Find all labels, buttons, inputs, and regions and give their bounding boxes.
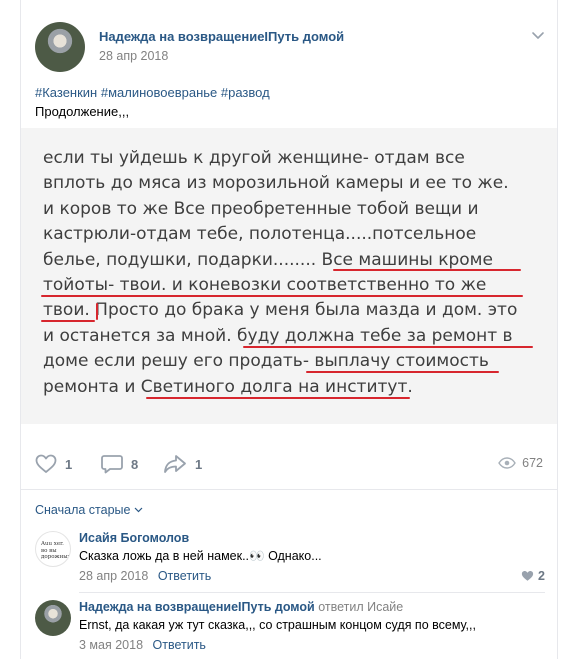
comment-text: Ernst, да какая уж тут сказка,,, со стра…: [79, 618, 476, 632]
chevron-down-icon: [135, 507, 143, 513]
commenter-avatar[interactable]: [35, 600, 71, 636]
author-avatar[interactable]: [35, 22, 85, 72]
replied-to[interactable]: ответил Исайе: [318, 600, 403, 614]
comment-author: Надежда на возвращениеIПуть домой ответи…: [79, 600, 403, 614]
heart-icon: [35, 454, 57, 473]
image-text-line: если ты уйдешь к другой женщине- отдам в…: [43, 148, 465, 168]
comment-meta: 3 мая 2018 Ответить: [79, 638, 206, 652]
red-underline: [333, 269, 521, 271]
like-button[interactable]: 1: [35, 452, 72, 476]
avatar-quote-text: Auu xer. во вы дорожных.: [41, 541, 71, 560]
view-count: 672: [522, 456, 543, 470]
comment-count: 8: [131, 456, 139, 472]
image-text-line: и коров то же Все преобретенные тобой ве…: [43, 198, 479, 219]
red-underline: [146, 397, 410, 399]
comment-author-name[interactable]: Надежда на возвращениеIПуть домой: [79, 600, 315, 614]
post-image[interactable]: если ты уйдешь к другой женщине- отдам в…: [21, 128, 557, 424]
like-count: 1: [65, 456, 73, 472]
share-button[interactable]: 1: [163, 452, 202, 476]
red-underline: [96, 303, 98, 320]
comment-like-count: 2: [538, 569, 545, 583]
post-header: Надежда на возвращениеIПуть домой 28 апр…: [35, 22, 545, 72]
views-counter: 672: [498, 456, 543, 470]
comment-date[interactable]: 3 мая 2018: [79, 638, 143, 652]
red-underline: [41, 320, 95, 322]
image-text-line: кастрюли-отдам тебе, полотенца.....потсе…: [43, 224, 477, 245]
post-author[interactable]: Надежда на возвращениеIПуть домой: [99, 29, 344, 44]
image-text-line: вплоть до мяса из морозильной камеры и е…: [43, 173, 509, 194]
post-date[interactable]: 28 апр 2018: [99, 49, 168, 63]
comment-button[interactable]: 8: [101, 452, 138, 476]
comment-icon: [101, 455, 123, 474]
eye-icon: [498, 457, 516, 469]
post-text: Продолжение,,,: [35, 104, 130, 119]
comment-item: Auu xer. во вы дорожных. Исайя Богомолов…: [35, 531, 545, 587]
image-text-line: твои. Просто до брака у меня была мазда …: [43, 300, 518, 321]
post-actions: 1 8 1 672: [21, 452, 557, 480]
comment-text: Сказка ложь да в ней намек..👀 Однако...: [79, 549, 322, 563]
red-underline: [41, 295, 523, 297]
reply-link[interactable]: Ответить: [153, 638, 206, 652]
sort-dropdown[interactable]: Сначала старые: [35, 503, 143, 517]
comment-meta: 28 апр 2018 Ответить: [79, 569, 211, 583]
divider: [21, 489, 557, 490]
red-underline: [243, 346, 533, 348]
comment-item: Надежда на возвращениеIПуть домой ответи…: [35, 600, 545, 656]
post-card: Надежда на возвращениеIПуть домой 28 апр…: [20, 0, 558, 659]
share-count: 1: [195, 456, 203, 472]
red-underline: [306, 371, 499, 373]
divider: [79, 592, 545, 593]
chevron-down-icon[interactable]: [531, 28, 545, 42]
share-icon: [164, 455, 186, 473]
sort-label: Сначала старые: [35, 503, 131, 517]
heart-icon: [521, 570, 534, 581]
comment-date[interactable]: 28 апр 2018: [79, 569, 148, 583]
commenter-avatar[interactable]: Auu xer. во вы дорожных.: [35, 531, 71, 567]
comment-author[interactable]: Исайя Богомолов: [79, 531, 189, 545]
image-text: если ты уйдешь к другой женщине- отдам в…: [43, 146, 543, 400]
reply-link[interactable]: Ответить: [158, 569, 211, 583]
post-hashtags[interactable]: #Казенкин #малиновоевранье #развод: [35, 85, 270, 100]
comment-like-button[interactable]: 2: [521, 569, 545, 583]
